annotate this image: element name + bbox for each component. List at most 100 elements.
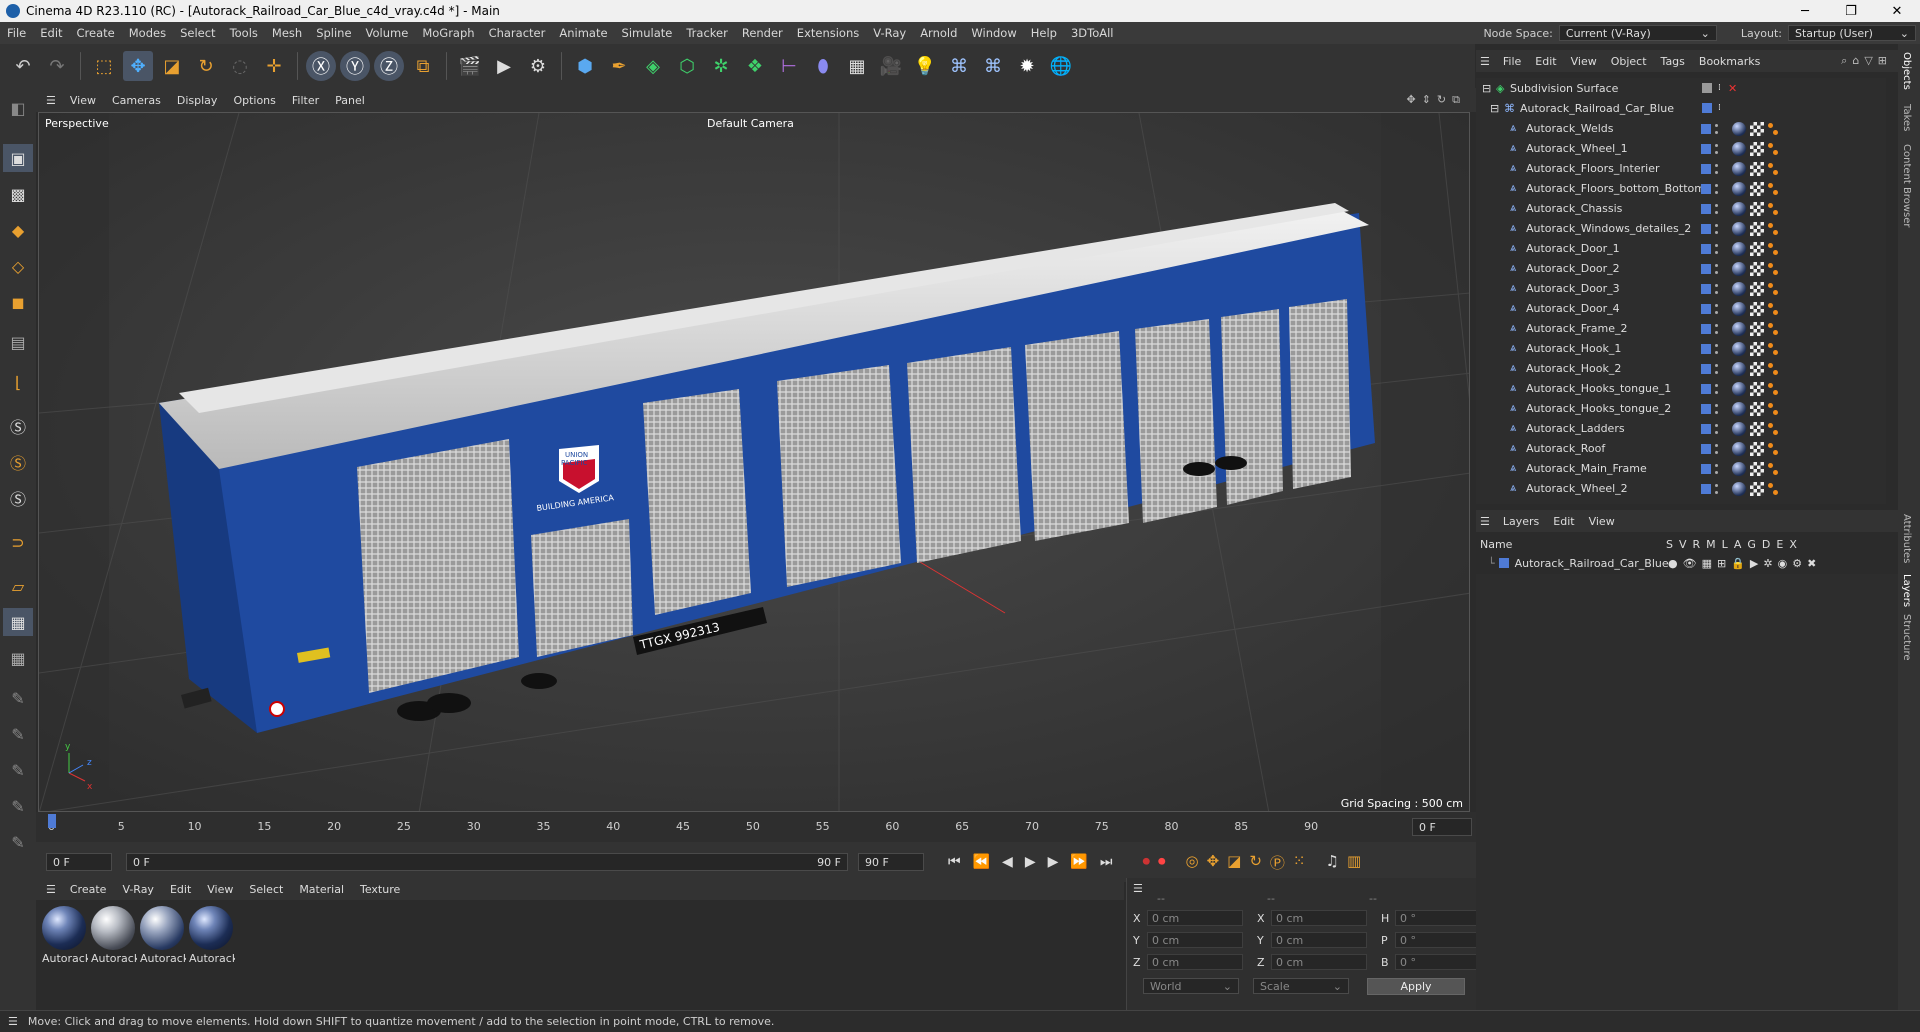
- tree-row-object[interactable]: ⩓ Autorack_Ladders: [1476, 418, 1886, 438]
- tree-row-object[interactable]: ⩓ Autorack_Floors_bottom_Bottom: [1476, 178, 1886, 198]
- tree-row-object[interactable]: ⩓ Autorack_Windows_detailes_2: [1476, 218, 1886, 238]
- play-icon[interactable]: ▶: [1025, 854, 1036, 870]
- material-swatch[interactable]: Autorack: [91, 906, 137, 965]
- deformer-icon[interactable]: ⊢: [774, 51, 804, 81]
- generator-toggle-icon[interactable]: ✲: [1763, 557, 1772, 570]
- size-y-field[interactable]: 0 cm: [1271, 932, 1367, 948]
- uvw-tag-icon[interactable]: [1750, 282, 1764, 296]
- material-tag-icon[interactable]: [1732, 142, 1746, 156]
- vp-menu-filter[interactable]: Filter: [284, 94, 327, 107]
- subdivision-icon[interactable]: ◈: [638, 51, 668, 81]
- tree-row-object[interactable]: ⩓ Autorack_Chassis: [1476, 198, 1886, 218]
- menu-extensions[interactable]: Extensions: [790, 26, 866, 40]
- uvw-tag-icon[interactable]: [1750, 462, 1764, 476]
- sculpt-icon[interactable]: ✎: [3, 720, 33, 748]
- visibility-dots-icon[interactable]: ⁞: [1718, 83, 1721, 93]
- tree-row-object[interactable]: ⩓ Autorack_Hook_2: [1476, 358, 1886, 378]
- selection-tag-icon[interactable]: [1768, 183, 1778, 195]
- menu-arnold[interactable]: Arnold: [913, 26, 964, 40]
- layer-color-swatch[interactable]: [1701, 264, 1711, 274]
- go-to-end-icon[interactable]: ⏭: [1100, 854, 1113, 870]
- menu-mograph[interactable]: MoGraph: [415, 26, 481, 40]
- visibility-dots-icon[interactable]: [1715, 324, 1718, 334]
- om-menu-edit[interactable]: Edit: [1528, 55, 1563, 68]
- selection-tag-icon[interactable]: [1768, 343, 1778, 355]
- layer-color-swatch[interactable]: [1701, 144, 1711, 154]
- menu-edit[interactable]: Edit: [33, 26, 69, 40]
- motion-system-icon[interactable]: ♫: [1326, 852, 1339, 873]
- coord-mode-dropdown[interactable]: Scale ⌄: [1253, 978, 1349, 994]
- viewport-camera-name[interactable]: Default Camera: [707, 117, 794, 130]
- mat-menu-create[interactable]: Create: [62, 883, 115, 896]
- key-rotation-icon[interactable]: ↻: [1249, 852, 1262, 873]
- visibility-dots-icon[interactable]: ⁞: [1718, 103, 1721, 113]
- selection-tag-icon[interactable]: [1768, 203, 1778, 215]
- material-tag-icon[interactable]: [1732, 462, 1746, 476]
- tab-layers[interactable]: Layers: [1901, 574, 1912, 607]
- live-selection-icon[interactable]: ⬚: [89, 51, 119, 81]
- material-tag-icon[interactable]: [1732, 262, 1746, 276]
- transform-tool-icon[interactable]: ✛: [259, 51, 289, 81]
- z-axis-icon[interactable]: Ⓩ: [374, 51, 404, 81]
- vp-menu-display[interactable]: Display: [169, 94, 226, 107]
- position-z-field[interactable]: 0 cm: [1147, 954, 1243, 970]
- key-scale-icon[interactable]: ◪: [1227, 852, 1241, 873]
- menu-spline[interactable]: Spline: [309, 26, 358, 40]
- timeline-icon[interactable]: ▥: [1347, 852, 1361, 873]
- editor-visibility-icon[interactable]: [1702, 83, 1712, 93]
- xref-toggle-icon[interactable]: ✖: [1807, 557, 1816, 570]
- visibility-dots-icon[interactable]: [1715, 184, 1718, 194]
- selection-tag-icon[interactable]: [1768, 483, 1778, 495]
- hamburger-icon[interactable]: ☰: [1476, 515, 1496, 528]
- selection-tag-icon[interactable]: [1768, 243, 1778, 255]
- uvw-tag-icon[interactable]: [1750, 342, 1764, 356]
- layer-color-swatch[interactable]: [1701, 464, 1711, 474]
- texture-mode-icon[interactable]: ▩: [3, 180, 33, 208]
- tree-row-object[interactable]: ⩓ Autorack_Welds: [1476, 118, 1886, 138]
- selection-tag-icon[interactable]: [1768, 443, 1778, 455]
- step-forward-icon[interactable]: ▶: [1048, 854, 1059, 870]
- material-tag-icon[interactable]: [1732, 202, 1746, 216]
- material-tag-icon[interactable]: [1732, 162, 1746, 176]
- maximize-button[interactable]: ❐: [1828, 0, 1874, 22]
- material-tag-icon[interactable]: [1732, 362, 1746, 376]
- layer-color-swatch[interactable]: [1701, 124, 1711, 134]
- om-menu-bookmarks[interactable]: Bookmarks: [1692, 55, 1767, 68]
- position-y-field[interactable]: 0 cm: [1147, 932, 1243, 948]
- tree-row-object[interactable]: ⩓ Autorack_Door_1: [1476, 238, 1886, 258]
- visibility-dots-icon[interactable]: [1715, 244, 1718, 254]
- material-swatch[interactable]: Autorack: [189, 906, 235, 965]
- om-menu-object[interactable]: Object: [1604, 55, 1654, 68]
- smooth-icon[interactable]: ✎: [3, 792, 33, 820]
- end-frame-field[interactable]: 90 F: [858, 853, 924, 871]
- uvw-tag-icon[interactable]: [1750, 422, 1764, 436]
- mat-menu-edit[interactable]: Edit: [162, 883, 199, 896]
- visibility-dots-icon[interactable]: [1715, 124, 1718, 134]
- uvw-tag-icon[interactable]: [1750, 402, 1764, 416]
- visibility-dots-icon[interactable]: [1715, 284, 1718, 294]
- uvw-tag-icon[interactable]: [1750, 122, 1764, 136]
- tree-row-object[interactable]: ⩓ Autorack_Frame_2: [1476, 318, 1886, 338]
- layer-color-swatch[interactable]: [1702, 103, 1712, 113]
- deformer-toggle-icon[interactable]: ◉: [1778, 557, 1788, 570]
- points-mode-icon[interactable]: ◆: [3, 216, 33, 244]
- material-tag-icon[interactable]: [1732, 242, 1746, 256]
- floor-icon[interactable]: ▦: [842, 51, 872, 81]
- menu-3dtoall[interactable]: 3DToAll: [1064, 26, 1121, 40]
- tree-row-object[interactable]: ⩓ Autorack_Door_2: [1476, 258, 1886, 278]
- visibility-dots-icon[interactable]: [1715, 164, 1718, 174]
- visibility-dots-icon[interactable]: [1715, 304, 1718, 314]
- selection-tag-icon[interactable]: [1768, 323, 1778, 335]
- light-icon[interactable]: 💡: [910, 51, 940, 81]
- next-key-icon[interactable]: ⏩: [1070, 854, 1087, 870]
- quantize-icon[interactable]: Ⓢ: [3, 484, 33, 512]
- close-button[interactable]: ✕: [1874, 0, 1920, 22]
- selection-tag-icon[interactable]: [1768, 383, 1778, 395]
- material-tag-icon[interactable]: [1732, 482, 1746, 496]
- snap-icon[interactable]: Ⓢ: [3, 412, 33, 440]
- keyframe-selection-icon[interactable]: ◎: [1185, 852, 1198, 873]
- position-x-field[interactable]: 0 cm: [1147, 910, 1243, 926]
- edges-mode-icon[interactable]: ◇: [3, 252, 33, 280]
- y-axis-icon[interactable]: Ⓨ: [340, 51, 370, 81]
- collapse-icon[interactable]: ⊟: [1490, 102, 1499, 115]
